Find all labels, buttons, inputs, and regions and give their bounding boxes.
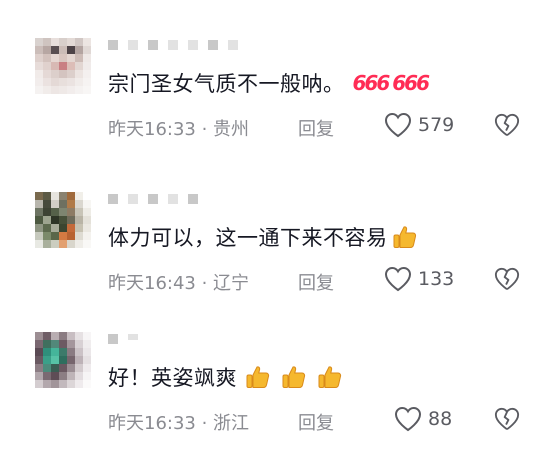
username-pixelated[interactable] xyxy=(108,334,138,346)
thumbs-up-icon xyxy=(393,226,416,248)
comment-time-location: 昨天16:33 · 贵州 xyxy=(108,119,250,140)
like-count: 579 xyxy=(418,114,455,136)
comment-item: 好！英姿飒爽 昨天16:33 · 浙江 回复 88 xyxy=(0,308,550,448)
reply-button[interactable]: 回复 xyxy=(298,269,334,295)
like-count: 88 xyxy=(428,408,453,430)
avatar[interactable] xyxy=(35,38,91,94)
emoji-666-icon: 666 xyxy=(392,71,430,95)
avatar[interactable] xyxy=(35,192,91,248)
comment-time-location: 昨天16:33 · 浙江 xyxy=(108,413,250,434)
heart-icon xyxy=(384,266,412,292)
comment-text: 好！英姿飒爽 xyxy=(108,362,343,392)
thumbs-up-icon xyxy=(246,366,270,388)
like-button[interactable]: 579 xyxy=(384,112,454,138)
avatar[interactable] xyxy=(35,332,91,388)
like-count: 133 xyxy=(418,268,455,290)
comment-text: 宗门圣女气质不一般呐。 666 666 xyxy=(108,71,430,96)
comment-time-location: 昨天16:43 · 辽宁 xyxy=(108,273,250,294)
username-pixelated[interactable] xyxy=(108,40,238,52)
username-pixelated[interactable] xyxy=(108,194,198,206)
like-button[interactable]: 88 xyxy=(394,406,452,432)
heart-icon xyxy=(394,406,422,432)
broken-heart-icon[interactable] xyxy=(494,112,520,138)
like-button[interactable]: 133 xyxy=(384,266,454,292)
reply-button[interactable]: 回复 xyxy=(298,409,334,435)
emoji-666-icon: 666 xyxy=(352,71,391,95)
broken-heart-icon[interactable] xyxy=(494,266,520,292)
thumbs-up-icon xyxy=(282,366,306,388)
comment-text: 体力可以，这一通下来不容易 xyxy=(108,222,418,252)
heart-icon xyxy=(384,112,412,138)
thumbs-up-icon xyxy=(318,366,342,388)
comment-item: 宗门圣女气质不一般呐。 666 666 昨天16:33 · 贵州 回复 579 xyxy=(0,14,550,154)
broken-heart-icon[interactable] xyxy=(494,406,520,432)
reply-button[interactable]: 回复 xyxy=(298,115,334,141)
comment-item: 体力可以，这一通下来不容易 昨天16:43 · 辽宁 回复 133 xyxy=(0,168,550,308)
